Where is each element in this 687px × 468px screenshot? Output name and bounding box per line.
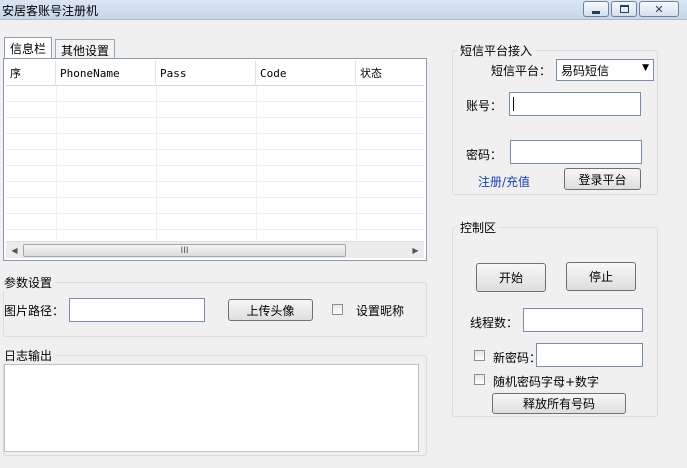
grid-column-divider: [256, 86, 257, 240]
log-output-area[interactable]: [4, 364, 419, 452]
scroll-thumb-grip: III: [180, 245, 189, 256]
close-icon: ✕: [654, 2, 664, 16]
account-label: 账号：: [466, 99, 503, 113]
register-recharge-link[interactable]: 注册/充值: [478, 173, 530, 190]
params-group-title: 参数设置: [1, 274, 56, 291]
minimize-icon: [592, 10, 600, 14]
new-password-checkbox[interactable]: [474, 350, 485, 361]
text-cursor: [513, 97, 514, 111]
sms-platform-select[interactable]: 易码短信 ▼: [556, 59, 654, 81]
threads-input[interactable]: [523, 308, 643, 332]
password-input[interactable]: [510, 140, 642, 164]
grid-column-divider: [356, 86, 357, 240]
title-bar[interactable]: 安居客账号注册机 ✕: [0, 0, 687, 20]
log-group-title: 日志输出: [1, 347, 56, 364]
tab-panel-info: 序 PhoneName Pass Code 状态 ◀ III ▶: [3, 58, 427, 261]
new-password-label: 新密码：: [493, 351, 542, 365]
tab-info[interactable]: 信息栏: [4, 37, 53, 59]
column-header-phone-name[interactable]: PhoneName: [56, 61, 156, 86]
image-path-label: 图片路径：: [4, 304, 65, 318]
sms-platform-selected: 易码短信: [561, 64, 610, 78]
start-button[interactable]: 开始: [476, 263, 546, 292]
upload-avatar-button[interactable]: 上传头像: [228, 299, 313, 321]
window-controls: ✕: [581, 1, 679, 17]
table-row: [6, 166, 424, 182]
sms-platform-label: 短信平台：: [491, 64, 552, 78]
random-password-label: 随机密码字母+数字: [493, 375, 600, 389]
column-header-status[interactable]: 状态: [356, 61, 424, 86]
nickname-checkbox[interactable]: [332, 304, 343, 315]
table-row: [6, 150, 424, 166]
maximize-button[interactable]: [611, 1, 637, 17]
account-input[interactable]: [509, 92, 641, 116]
scroll-left-icon[interactable]: ◀: [6, 242, 23, 259]
window-title: 安居客账号注册机: [2, 4, 99, 18]
tab-other-settings[interactable]: 其他设置: [55, 39, 116, 59]
table-row: [6, 198, 424, 214]
table-row: [6, 214, 424, 230]
new-password-input[interactable]: [536, 343, 643, 367]
scroll-thumb[interactable]: III: [23, 244, 346, 257]
table-row: [6, 182, 424, 198]
grid-column-divider: [56, 86, 57, 240]
column-header-index[interactable]: 序: [6, 61, 56, 86]
threads-label: 线程数：: [470, 316, 519, 330]
stop-button[interactable]: 停止: [566, 262, 636, 291]
login-platform-button[interactable]: 登录平台: [564, 168, 641, 190]
column-header-pass[interactable]: Pass: [156, 61, 256, 86]
table-row: [6, 86, 424, 102]
maximize-icon: [619, 5, 629, 13]
grid-column-divider: [156, 86, 157, 240]
table-row: [6, 134, 424, 150]
table-row: [6, 118, 424, 134]
control-group-title: 控制区: [457, 219, 500, 236]
image-path-input[interactable]: [69, 298, 205, 322]
random-password-checkbox[interactable]: [474, 374, 485, 385]
chevron-down-icon: ▼: [642, 63, 649, 73]
close-button[interactable]: ✕: [639, 1, 679, 17]
scroll-right-icon[interactable]: ▶: [407, 242, 424, 259]
column-header-code[interactable]: Code: [256, 61, 356, 86]
grid-header: 序 PhoneName Pass Code 状态: [6, 61, 424, 86]
horizontal-scrollbar[interactable]: ◀ III ▶: [6, 241, 424, 258]
grid-body[interactable]: [6, 86, 424, 240]
minimize-button[interactable]: [583, 1, 609, 17]
sms-group-title: 短信平台接入: [457, 42, 536, 59]
nickname-checkbox-label: 设置昵称: [356, 304, 405, 318]
table-row: [6, 102, 424, 118]
password-label: 密码：: [466, 148, 503, 162]
release-all-numbers-button[interactable]: 释放所有号码: [492, 393, 626, 414]
